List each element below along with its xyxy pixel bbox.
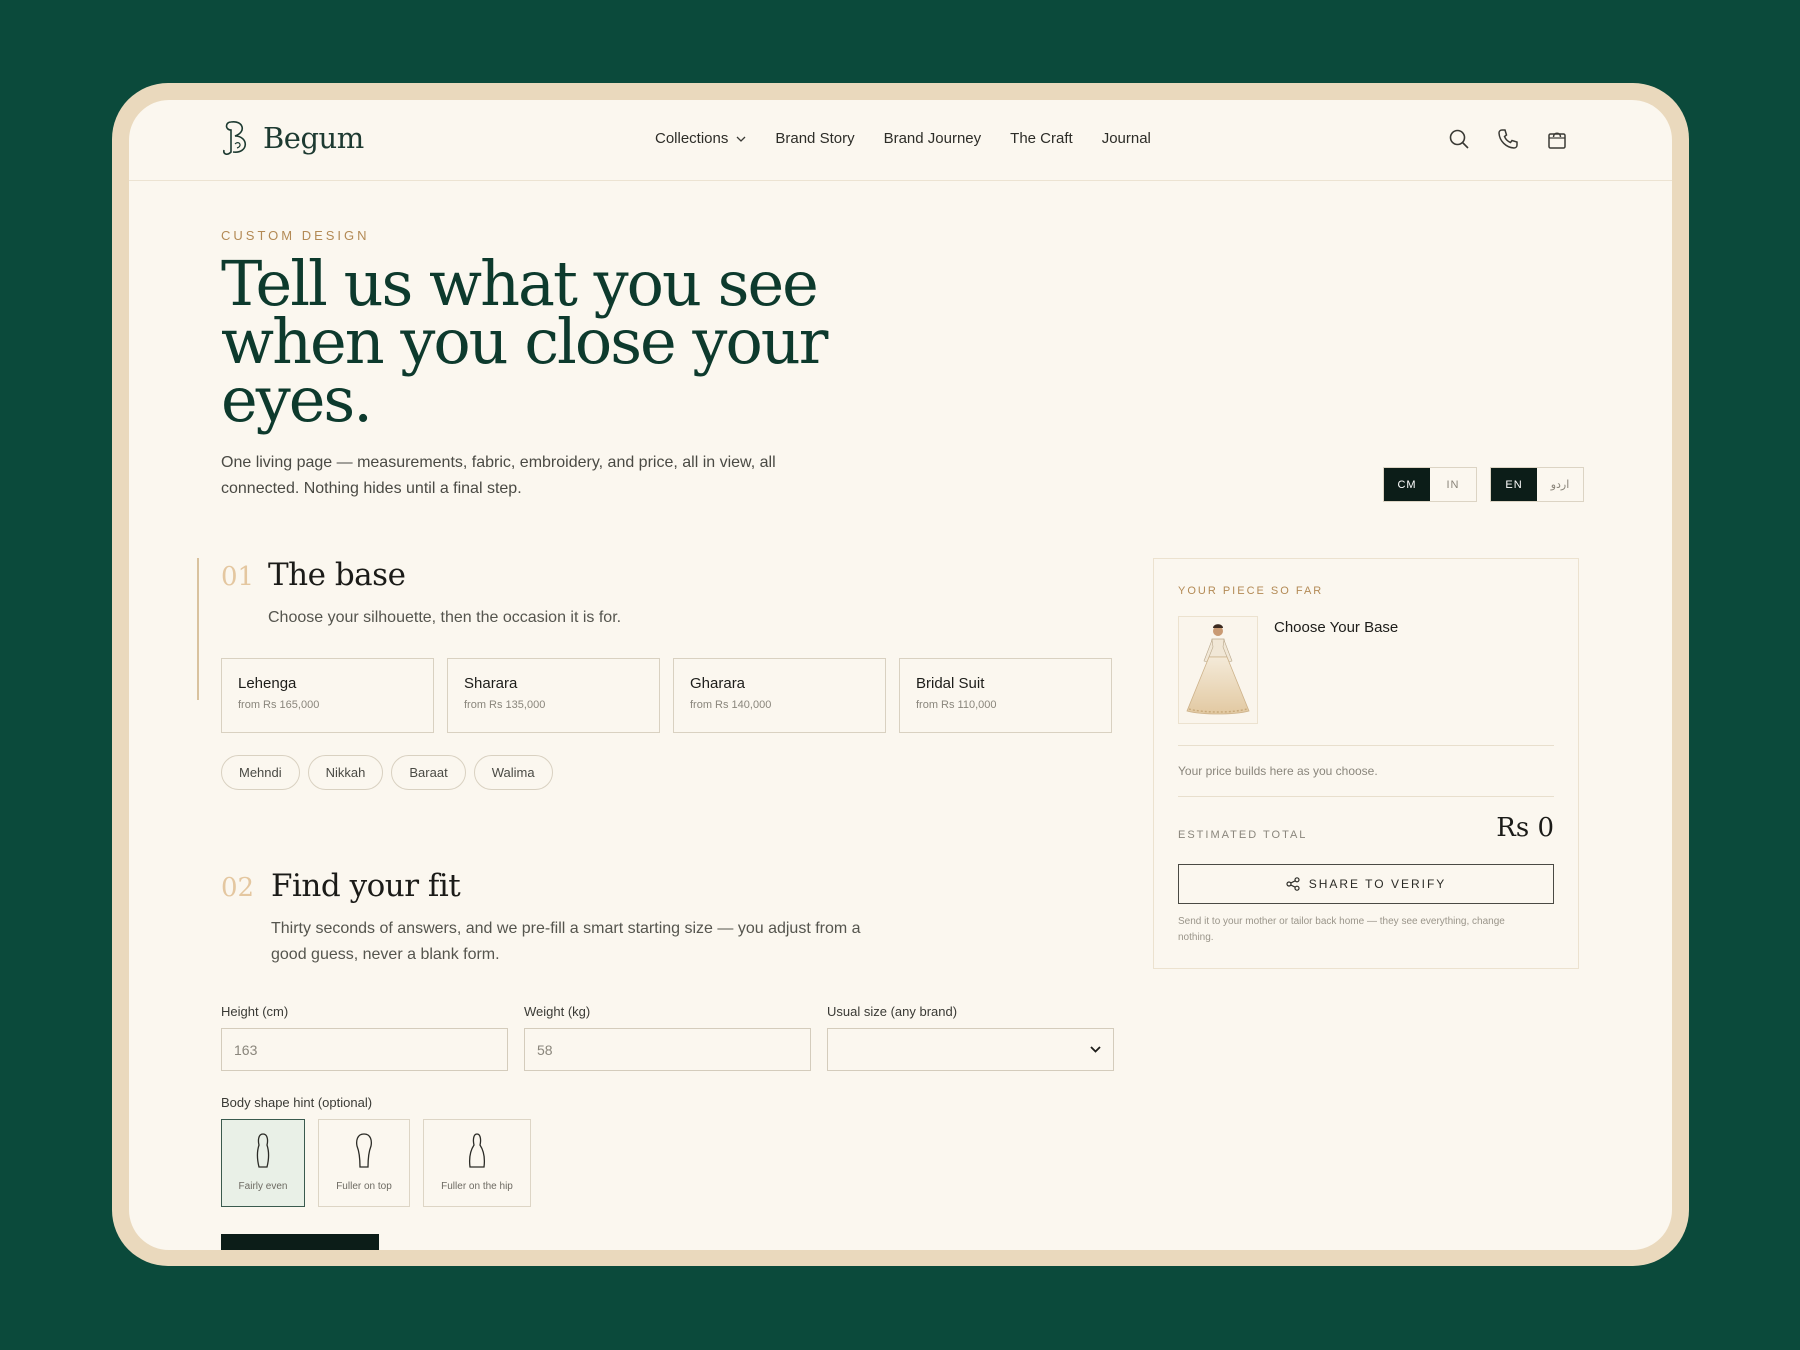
- shape-fuller-on-top[interactable]: Fuller on top: [318, 1119, 410, 1207]
- summary-footnote: Send it to your mother or tailor back ho…: [1178, 916, 1505, 943]
- body-even-icon: [256, 1133, 270, 1168]
- section-1-title: The base: [268, 557, 406, 593]
- language-toggle: EN اردو: [1490, 467, 1584, 502]
- summary-price-note: Your price builds here as you choose.: [1178, 764, 1378, 778]
- brand-name: Begum: [263, 121, 364, 155]
- base-name: Sharara: [464, 675, 518, 692]
- summary-divider: [1178, 745, 1554, 746]
- summary-eyebrow: YOUR PIECE SO FAR: [1178, 585, 1324, 597]
- nav-collections-label: Collections: [655, 130, 729, 147]
- unit-cm-button[interactable]: CM: [1384, 468, 1430, 501]
- base-name: Gharara: [690, 675, 746, 692]
- nav-brand-journey[interactable]: Brand Journey: [884, 130, 982, 147]
- nav-the-craft[interactable]: The Craft: [1010, 130, 1073, 147]
- chevron-down-icon: [736, 136, 746, 142]
- weight-input[interactable]: 58: [524, 1028, 811, 1071]
- progress-indicator: [197, 558, 199, 700]
- summary-panel: YOUR PIECE SO FAR Choose Your Base Your …: [1153, 558, 1579, 969]
- section-1-subtitle: Choose your silhouette, then the occasio…: [268, 609, 622, 626]
- share-to-verify-button[interactable]: SHARE TO VERIFY: [1178, 864, 1554, 904]
- height-input[interactable]: 163: [221, 1028, 508, 1071]
- base-name: Lehenga: [238, 675, 297, 692]
- shape-label: Fuller on the hip: [441, 1181, 513, 1192]
- estimated-total-value: Rs 0: [1496, 813, 1554, 843]
- share-icon: [1286, 877, 1300, 891]
- body-shape-label: Body shape hint (optional): [221, 1095, 373, 1110]
- brand-logo[interactable]: Begum: [221, 116, 364, 160]
- cart-icon[interactable]: [1546, 128, 1570, 152]
- chip-baraat[interactable]: Baraat: [391, 755, 466, 790]
- base-price: from Rs 135,000: [464, 699, 546, 711]
- body-fuller-hip-icon: [468, 1133, 486, 1168]
- base-card-bridal-suit[interactable]: Bridal Suit from Rs 110,000: [899, 658, 1112, 733]
- share-label: SHARE TO VERIFY: [1308, 877, 1447, 891]
- base-name: Bridal Suit: [916, 675, 985, 692]
- nav-brand-story[interactable]: Brand Story: [775, 130, 854, 147]
- section-2-subtitle: Thirty seconds of answers, and we pre-fi…: [271, 920, 861, 963]
- shape-fuller-on-hip[interactable]: Fuller on the hip: [423, 1119, 531, 1207]
- base-price: from Rs 110,000: [916, 699, 997, 711]
- height-label: Height (cm): [221, 1004, 289, 1019]
- begum-monogram-icon: [223, 121, 247, 155]
- continue-button[interactable]: [221, 1234, 379, 1250]
- unit-toggle: CM IN: [1383, 467, 1477, 502]
- preference-toggles: CM IN EN اردو: [1383, 467, 1584, 502]
- phone-icon[interactable]: [1497, 128, 1521, 152]
- chip-mehndi[interactable]: Mehndi: [221, 755, 300, 790]
- nav-collections[interactable]: Collections: [655, 130, 746, 147]
- base-options: Lehenga from Rs 165,000 Sharara from Rs …: [221, 658, 1112, 733]
- summary-choose-base: Choose Your Base: [1274, 619, 1399, 636]
- chevron-down-icon: [1090, 1046, 1101, 1053]
- lang-en-button[interactable]: EN: [1491, 468, 1537, 501]
- chip-walima[interactable]: Walima: [473, 755, 553, 790]
- base-price: from Rs 140,000: [690, 699, 772, 711]
- usual-size-label: Usual size (any brand): [827, 1004, 958, 1019]
- base-price: from Rs 165,000: [238, 699, 320, 711]
- estimated-total-label: ESTIMATED TOTAL: [1178, 829, 1308, 841]
- hero-title: Tell us what you see when you close your…: [221, 247, 828, 436]
- hero-subtitle: One living page — measurements, fabric, …: [221, 454, 776, 497]
- unit-in-button[interactable]: IN: [1430, 468, 1476, 501]
- nav-journal[interactable]: Journal: [1102, 130, 1151, 147]
- base-card-sharara[interactable]: Sharara from Rs 135,000: [447, 658, 660, 733]
- summary-divider: [1178, 796, 1554, 797]
- search-icon[interactable]: [1448, 128, 1472, 152]
- base-card-gharara[interactable]: Gharara from Rs 140,000: [673, 658, 886, 733]
- body-fuller-top-icon: [356, 1133, 372, 1168]
- occasion-chips: Mehndi Nikkah Baraat Walima: [221, 755, 561, 790]
- hero-eyebrow: CUSTOM DESIGN: [221, 228, 370, 243]
- chip-nikkah[interactable]: Nikkah: [307, 755, 384, 790]
- page-screen: Begum Collections Brand Story Brand Jour…: [129, 100, 1672, 1250]
- body-shape-options: Fairly even Fuller on top Fuller on the …: [221, 1119, 544, 1207]
- shape-fairly-even[interactable]: Fairly even: [221, 1119, 305, 1207]
- shape-label: Fairly even: [238, 1181, 288, 1192]
- base-card-lehenga[interactable]: Lehenga from Rs 165,000: [221, 658, 434, 733]
- header-actions: [1423, 128, 1570, 152]
- weight-label: Weight (kg): [524, 1004, 591, 1019]
- lang-urdu-button[interactable]: اردو: [1537, 468, 1583, 501]
- dress-preview-image: [1178, 616, 1258, 724]
- shape-label: Fuller on top: [336, 1181, 392, 1192]
- main-nav: Collections Brand Story Brand Journey Th…: [655, 130, 1180, 147]
- section-2-title: Find your fit: [271, 868, 461, 904]
- section-1-number: 01: [221, 562, 255, 592]
- section-2-number: 02: [221, 873, 255, 903]
- usual-size-select[interactable]: [827, 1028, 1114, 1071]
- site-header: Begum Collections Brand Story Brand Jour…: [129, 100, 1672, 181]
